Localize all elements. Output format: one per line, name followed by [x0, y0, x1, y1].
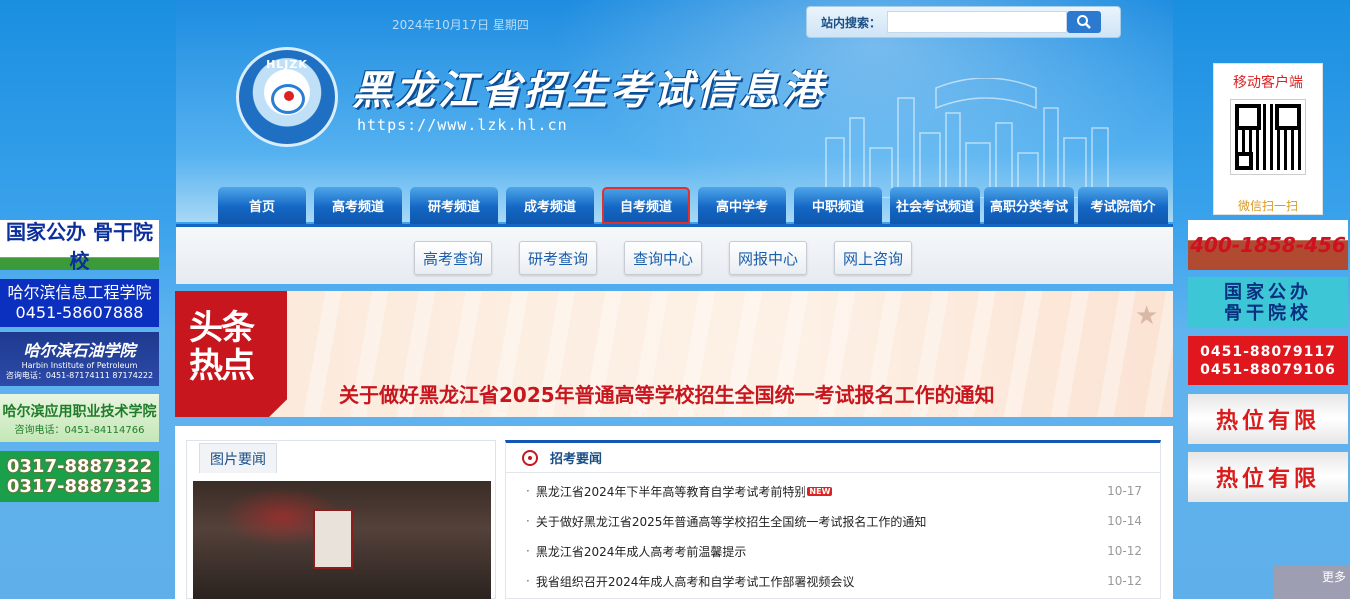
ad-0451-hotline[interactable]: 0451-88079117 0451-88079106	[1188, 336, 1348, 385]
list-item[interactable]: · 关于做好黑龙江省2025年普通高等学校招生全国统一考试报名工作的通知 10-…	[526, 511, 1142, 531]
nav-item-vocational-exams[interactable]: 高职分类考试	[984, 187, 1074, 224]
city-skyline-illustration	[825, 78, 1109, 198]
logo-text: HLJZK	[266, 58, 308, 71]
list-item[interactable]: · 黑龙江省2024年下半年高等教育自学考试考前特别提醒 NEW 10-17	[526, 481, 1142, 501]
site-search: 站内搜索：	[806, 6, 1121, 38]
headline-banner[interactable]: ★ 头条 热点 关于做好黑龙江省2025年普通高等学校招生全国统一考试报名工作的…	[175, 291, 1173, 417]
ad-text: 热位有限	[1215, 467, 1320, 492]
ad-text: 热位有限	[1215, 409, 1320, 434]
news-link[interactable]: 关于做好黑龙江省2025年普通高等学校招生全国统一考试报名工作的通知	[536, 513, 1102, 530]
headline-tag-line2: 热点	[189, 346, 255, 386]
headline-tag: 头条 热点	[175, 291, 287, 417]
news-link[interactable]: 黑龙江省2024年下半年高等教育自学考试考前特别提醒	[536, 483, 806, 500]
search-icon	[1077, 15, 1091, 29]
ad-phone: 0317-8887323	[6, 475, 153, 497]
news-photo[interactable]	[193, 481, 491, 599]
more-tab[interactable]: 更多	[1274, 566, 1350, 599]
nav-item-zikao[interactable]: 自考频道	[602, 187, 690, 224]
gaokao-query-button[interactable]: 高考查询	[414, 241, 492, 275]
bullet-icon: ·	[526, 574, 530, 588]
search-button[interactable]	[1067, 11, 1102, 33]
news-link[interactable]: 黑龙江省2024年成人高考考前温馨提示	[536, 543, 1102, 560]
quick-links-bar: 高考查询 研考查询 查询中心 网报中心 网上咨询	[176, 224, 1173, 284]
ad-phone: 400-1858-456	[1190, 233, 1346, 257]
qr-code-icon	[1230, 99, 1306, 175]
ad-slot-available[interactable]: 热位有限	[1188, 394, 1348, 444]
ad-text: 国家公办 骨干院校	[6, 220, 153, 270]
ad-phone: 0451-58607888	[15, 303, 144, 322]
ad-harbin-petroleum[interactable]: 哈尔滨石油学院 Harbin Institute of Petroleum 咨询…	[0, 332, 159, 386]
yankao-query-button[interactable]: 研考查询	[519, 241, 597, 275]
admission-news-panel: 招考要闻 · 黑龙江省2024年下半年高等教育自学考试考前特别提醒 NEW 10…	[505, 440, 1161, 599]
ad-0317-phone[interactable]: 0317-8887322 0317-8887323	[0, 451, 159, 502]
nav-item-yankao[interactable]: 研考频道	[410, 187, 498, 224]
ad-slot-available[interactable]: 热位有限	[1188, 452, 1348, 502]
online-consult-button[interactable]: 网上咨询	[834, 241, 912, 275]
search-input[interactable]	[887, 11, 1068, 33]
news-link[interactable]: 我省组织召开2024年成人高考和自学考试工作部署视频会议	[536, 573, 1102, 590]
news-date: 10-17	[1107, 484, 1142, 498]
logo-symbol	[271, 84, 305, 114]
star-icon: ★	[1135, 301, 1159, 331]
ad-national-college-right[interactable]: 国家公办 骨干院校	[1188, 277, 1348, 328]
ad-phone: 0451-88079106	[1200, 361, 1336, 378]
ad-national-college[interactable]: 国家公办 骨干院校	[0, 220, 159, 270]
headline-link[interactable]: 关于做好黑龙江省2025年普通高等学校招生全国统一考试报名工作的通知	[339, 379, 995, 408]
ad-text: 哈尔滨石油学院	[23, 341, 136, 360]
ad-text: 哈尔滨信息工程学院	[7, 283, 152, 302]
bullet-icon: ·	[526, 544, 530, 558]
ad-400-hotline[interactable]: 400-1858-456	[1188, 220, 1348, 270]
ad-phone: 咨询电话：0451-87174111 87174222	[5, 371, 154, 380]
nav-item-chengkao[interactable]: 成考频道	[506, 187, 594, 224]
ad-subtext: Harbin Institute of Petroleum	[21, 361, 138, 370]
ad-text: 骨干院校	[1224, 302, 1312, 324]
headline-tag-line1: 头条	[189, 308, 255, 348]
nav-item-zhongzhi[interactable]: 中职频道	[794, 187, 882, 224]
nav-item-gaokao[interactable]: 高考频道	[314, 187, 402, 224]
news-date: 10-12	[1107, 574, 1142, 588]
list-item[interactable]: · 我省组织召开2024年成人高考和自学考试工作部署视频会议 10-12	[526, 571, 1142, 591]
main-nav: 首页 高考频道 研考频道 成考频道 自考频道 高中学考 中职频道 社会考试频道 …	[218, 187, 1172, 224]
wechat-scan-caption: 微信扫一扫	[1237, 199, 1298, 213]
ad-harbin-applied-vocational[interactable]: 哈尔滨应用职业技术学院 咨询电话：0451-84114766	[0, 394, 159, 442]
tab-picture-news[interactable]: 图片要闻	[199, 443, 277, 473]
ad-phone: 0317-8887322	[6, 455, 153, 477]
new-badge: NEW	[807, 486, 833, 496]
ad-text: 国家公办	[1224, 281, 1312, 303]
mobile-client-box[interactable]: 移动客户端 微信扫一扫	[1213, 63, 1323, 215]
news-panel-header: 招考要闻	[506, 443, 1160, 473]
mobile-client-title: 移动客户端	[1233, 75, 1303, 91]
ad-phone: 咨询电话：0451-84114766	[14, 424, 145, 436]
site-title[interactable]: 黑龙江省招生考试信息港	[352, 58, 825, 116]
ad-harbin-info-engineering[interactable]: 哈尔滨信息工程学院 0451-58607888	[0, 279, 159, 327]
news-date: 10-12	[1107, 544, 1142, 558]
bullet-icon: ·	[526, 514, 530, 528]
registration-center-button[interactable]: 网报中心	[729, 241, 807, 275]
search-label: 站内搜索：	[821, 15, 882, 30]
site-url: https://www.lzk.hl.cn	[357, 116, 568, 134]
ad-phone: 0451-88079117	[1200, 343, 1336, 360]
nav-item-social-exams[interactable]: 社会考试频道	[890, 187, 980, 224]
news-target-icon	[522, 449, 538, 466]
query-center-button[interactable]: 查询中心	[624, 241, 702, 275]
bullet-icon: ·	[526, 484, 530, 498]
news-panel-title[interactable]: 招考要闻	[550, 448, 602, 467]
list-item[interactable]: · 黑龙江省2024年成人高考考前温馨提示 10-12	[526, 541, 1142, 561]
nav-item-about[interactable]: 考试院简介	[1078, 187, 1168, 224]
ad-text: 哈尔滨应用职业技术学院	[2, 403, 157, 420]
photo-poster	[313, 509, 353, 569]
nav-item-home[interactable]: 首页	[218, 187, 306, 224]
nav-item-gaozhong-xuekao[interactable]: 高中学考	[698, 187, 786, 224]
news-date: 10-14	[1107, 514, 1142, 528]
site-logo-emblem[interactable]: HLJZK	[236, 47, 338, 147]
picture-news-panel: 图片要闻	[186, 440, 496, 599]
current-date: 2024年10月17日 星期四	[392, 18, 529, 32]
